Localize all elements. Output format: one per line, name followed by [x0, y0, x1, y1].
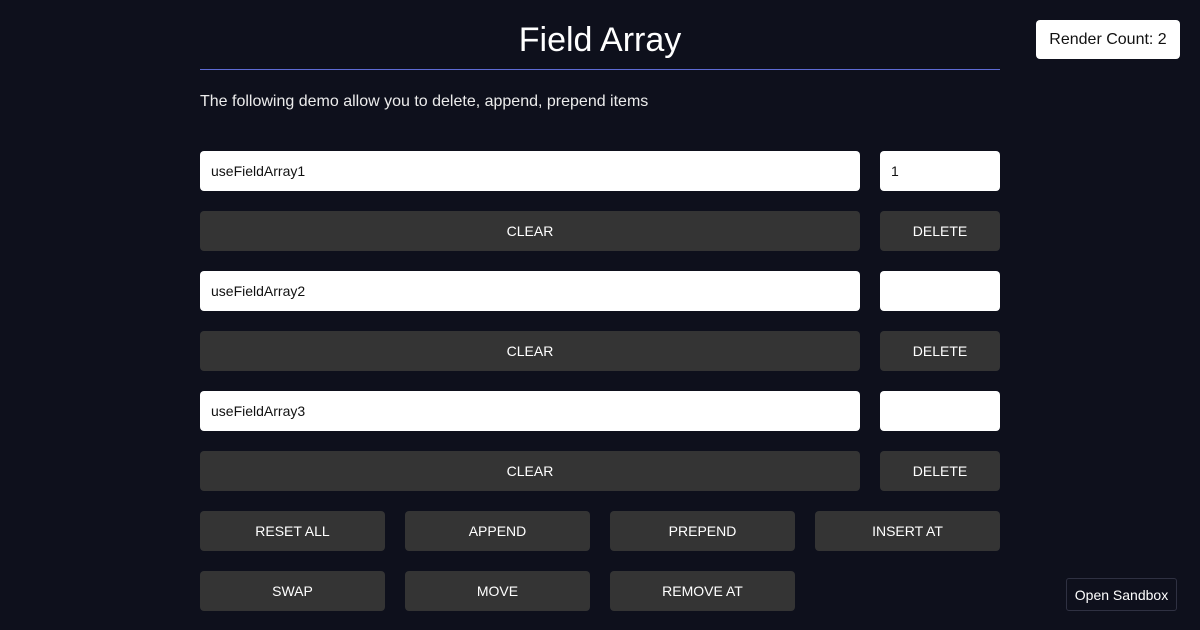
reset-all-button[interactable]: RESET ALL — [200, 511, 385, 551]
item-number-input[interactable] — [880, 271, 1000, 311]
page-description: The following demo allow you to delete, … — [200, 93, 649, 110]
item-number-input[interactable] — [880, 391, 1000, 431]
title-divider — [200, 69, 1000, 70]
item-name-input[interactable] — [200, 151, 860, 191]
delete-button[interactable]: DELETE — [880, 451, 1000, 491]
delete-button[interactable]: DELETE — [880, 331, 1000, 371]
item-name-input[interactable] — [200, 391, 860, 431]
insert-at-button[interactable]: INSERT AT — [815, 511, 1000, 551]
append-button[interactable]: APPEND — [405, 511, 590, 551]
prepend-button[interactable]: PREPEND — [610, 511, 795, 551]
remove-at-button[interactable]: REMOVE AT — [610, 571, 795, 611]
clear-button[interactable]: CLEAR — [200, 331, 860, 371]
page-title: Field Array — [518, 21, 682, 59]
item-number-input[interactable] — [880, 151, 1000, 191]
move-button[interactable]: MOVE — [405, 571, 590, 611]
item-name-input[interactable] — [200, 271, 860, 311]
swap-button[interactable]: SWAP — [200, 571, 385, 611]
render-count-badge: Render Count: 2 — [1036, 20, 1180, 59]
open-sandbox-button[interactable]: Open Sandbox — [1066, 578, 1177, 611]
clear-button[interactable]: CLEAR — [200, 451, 860, 491]
clear-button[interactable]: CLEAR — [200, 211, 860, 251]
delete-button[interactable]: DELETE — [880, 211, 1000, 251]
page: Field Array Render Count: 2 The followin… — [0, 0, 1200, 630]
